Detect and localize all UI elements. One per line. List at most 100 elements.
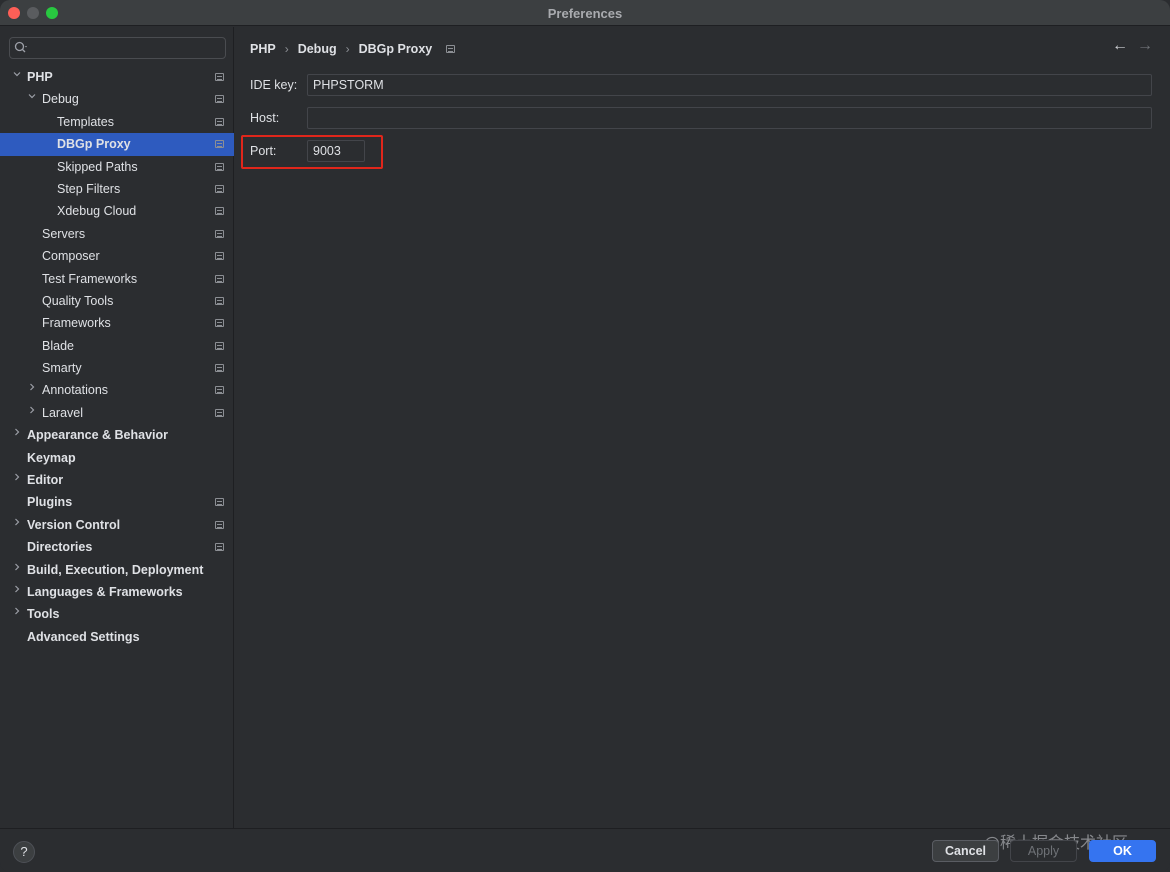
sidebar-item-label: Xdebug Cloud [57,204,137,219]
port-label: Port: [250,144,277,158]
breadcrumb: PHP › Debug › DBGp Proxy [250,41,456,57]
sidebar-item-label: PHP [27,70,53,84]
sidebar-item-annotations[interactable]: Annotations [0,379,234,401]
sidebar-item-label: Composer [42,249,100,264]
sidebar-item-label: Version Control [27,517,121,532]
project-scope-icon [215,207,224,216]
chevron-right-icon[interactable] [26,402,38,424]
sidebar-item-label: Directories [27,540,93,555]
sidebar-item-step-filters[interactable]: Step Filters [0,178,234,200]
sidebar-item-languages-frameworks[interactable]: Languages & Frameworks [0,581,234,603]
sidebar-item-label: Frameworks [42,316,111,331]
sidebar-item-appearance-behavior[interactable]: Appearance & Behavior [0,424,234,446]
ide-key-input[interactable] [307,74,1152,96]
chevron-right-icon[interactable] [11,581,23,603]
chevron-right-icon[interactable] [11,514,23,536]
window-title: Preferences [547,6,623,21]
sidebar-item-label: Skipped Paths [57,159,138,174]
project-scope-icon [215,520,224,529]
sidebar-item-laravel[interactable]: Laravel [0,402,234,424]
sidebar-item-label: Smarty [42,361,82,376]
host-label: Host: [250,111,280,125]
chevron-down-icon[interactable] [26,88,38,110]
sidebar-item-directories[interactable]: Directories [0,536,234,558]
cancel-button[interactable]: Cancel [932,840,999,862]
project-scope-icon [215,296,224,305]
sidebar-item-plugins[interactable]: Plugins [0,491,234,513]
sidebar-item-xdebug-cloud[interactable]: Xdebug Cloud [0,200,234,222]
chevron-right-icon[interactable] [11,424,23,446]
breadcrumb-separator: › [284,42,289,56]
sidebar-item-label: Templates [57,114,114,129]
sidebar-item-label: Debug [42,92,79,107]
preferences-window: Preferences PHP Debug Templates DBGp Proxy S… [0,0,1170,872]
sidebar-item-version-control[interactable]: Version Control [0,514,234,536]
project-scope-icon [215,408,224,417]
sidebar-item-frameworks[interactable]: Frameworks [0,312,234,334]
chevron-right-icon[interactable] [11,603,23,625]
settings-search-input[interactable] [9,37,226,59]
project-scope-icon [215,386,224,395]
project-scope-icon [446,45,456,53]
project-scope-icon [215,341,224,350]
project-scope-icon [215,184,224,193]
sidebar-item-quality-tools[interactable]: Quality Tools [0,290,234,312]
project-scope-icon [215,95,224,104]
sidebar-item-editor[interactable]: Editor [0,469,234,491]
chevron-right-icon[interactable] [11,469,23,491]
sidebar-item-label: Test Frameworks [42,271,138,286]
sidebar-item-blade[interactable]: Blade [0,335,234,357]
sidebar-item-label: Step Filters [57,181,121,196]
chevron-right-icon[interactable] [26,379,38,401]
host-input[interactable] [307,107,1152,129]
project-scope-icon [215,498,224,507]
sidebar-item-label: Languages & Frameworks [27,584,183,599]
arrow-left-icon[interactable]: ← [1112,37,1128,55]
project-scope-icon [215,117,224,126]
sidebar-item-skipped-paths[interactable]: Skipped Paths [0,156,234,178]
chevron-right-icon[interactable] [11,559,23,581]
project-scope-icon [215,319,224,328]
project-scope-icon [215,140,224,149]
port-input[interactable] [307,140,365,162]
sidebar-item-label: Quality Tools [42,293,114,308]
breadcrumb-separator: › [345,42,350,56]
dialog-footer: ? @稀土掘金技术社区 Cancel Apply OK [0,828,1170,872]
apply-button[interactable]: Apply [1010,840,1077,862]
settings-content: PHP › Debug › DBGp Proxy ← → IDE key: Ho… [235,27,1170,828]
sidebar-item-build-execution-deployment[interactable]: Build, Execution, Deployment [0,559,234,581]
sidebar-item-advanced-settings[interactable]: Advanced Settings [0,626,234,648]
sidebar-item-servers[interactable]: Servers [0,223,234,245]
sidebar-item-debug[interactable]: Debug [0,88,234,110]
sidebar-item-label: Advanced Settings [27,629,140,644]
sidebar-item-label: Plugins [27,495,73,510]
sidebar-item-label: Appearance & Behavior [27,428,169,443]
help-button[interactable]: ? [13,841,35,863]
sidebar-item-dbgp-proxy[interactable]: DBGp Proxy [0,133,234,156]
sidebar-item-php[interactable]: PHP [0,66,234,88]
sidebar-item-tools[interactable]: Tools [0,603,234,625]
sidebar-item-templates[interactable]: Templates [0,111,234,133]
settings-sidebar: PHP Debug Templates DBGp Proxy Skipped Paths… [0,27,234,828]
project-scope-icon [215,162,224,171]
sidebar-item-composer[interactable]: Composer [0,245,234,267]
project-scope-icon [215,364,224,373]
search-icon [14,41,27,53]
sidebar-item-keymap[interactable]: Keymap [0,447,234,469]
sidebar-item-test-frameworks[interactable]: Test Frameworks [0,268,234,290]
ok-button[interactable]: OK [1089,840,1156,862]
breadcrumb-php: PHP [250,42,276,56]
sidebar-item-smarty[interactable]: Smarty [0,357,234,379]
project-scope-icon [215,252,224,261]
sidebar-item-label: Build, Execution, Deployment [27,562,204,577]
arrow-right-icon[interactable]: → [1137,37,1153,55]
sidebar-item-label: Keymap [27,450,76,465]
chevron-down-icon[interactable] [11,66,23,88]
breadcrumb-debug: Debug [297,42,337,56]
sidebar-item-label: Annotations [42,383,109,398]
project-scope-icon [215,229,224,238]
sidebar-item-label: Servers [42,226,86,241]
project-scope-icon [215,274,224,283]
settings-tree: PHP Debug Templates DBGp Proxy Skipped Paths… [0,66,234,648]
ide-key-label: IDE key: [250,78,298,92]
